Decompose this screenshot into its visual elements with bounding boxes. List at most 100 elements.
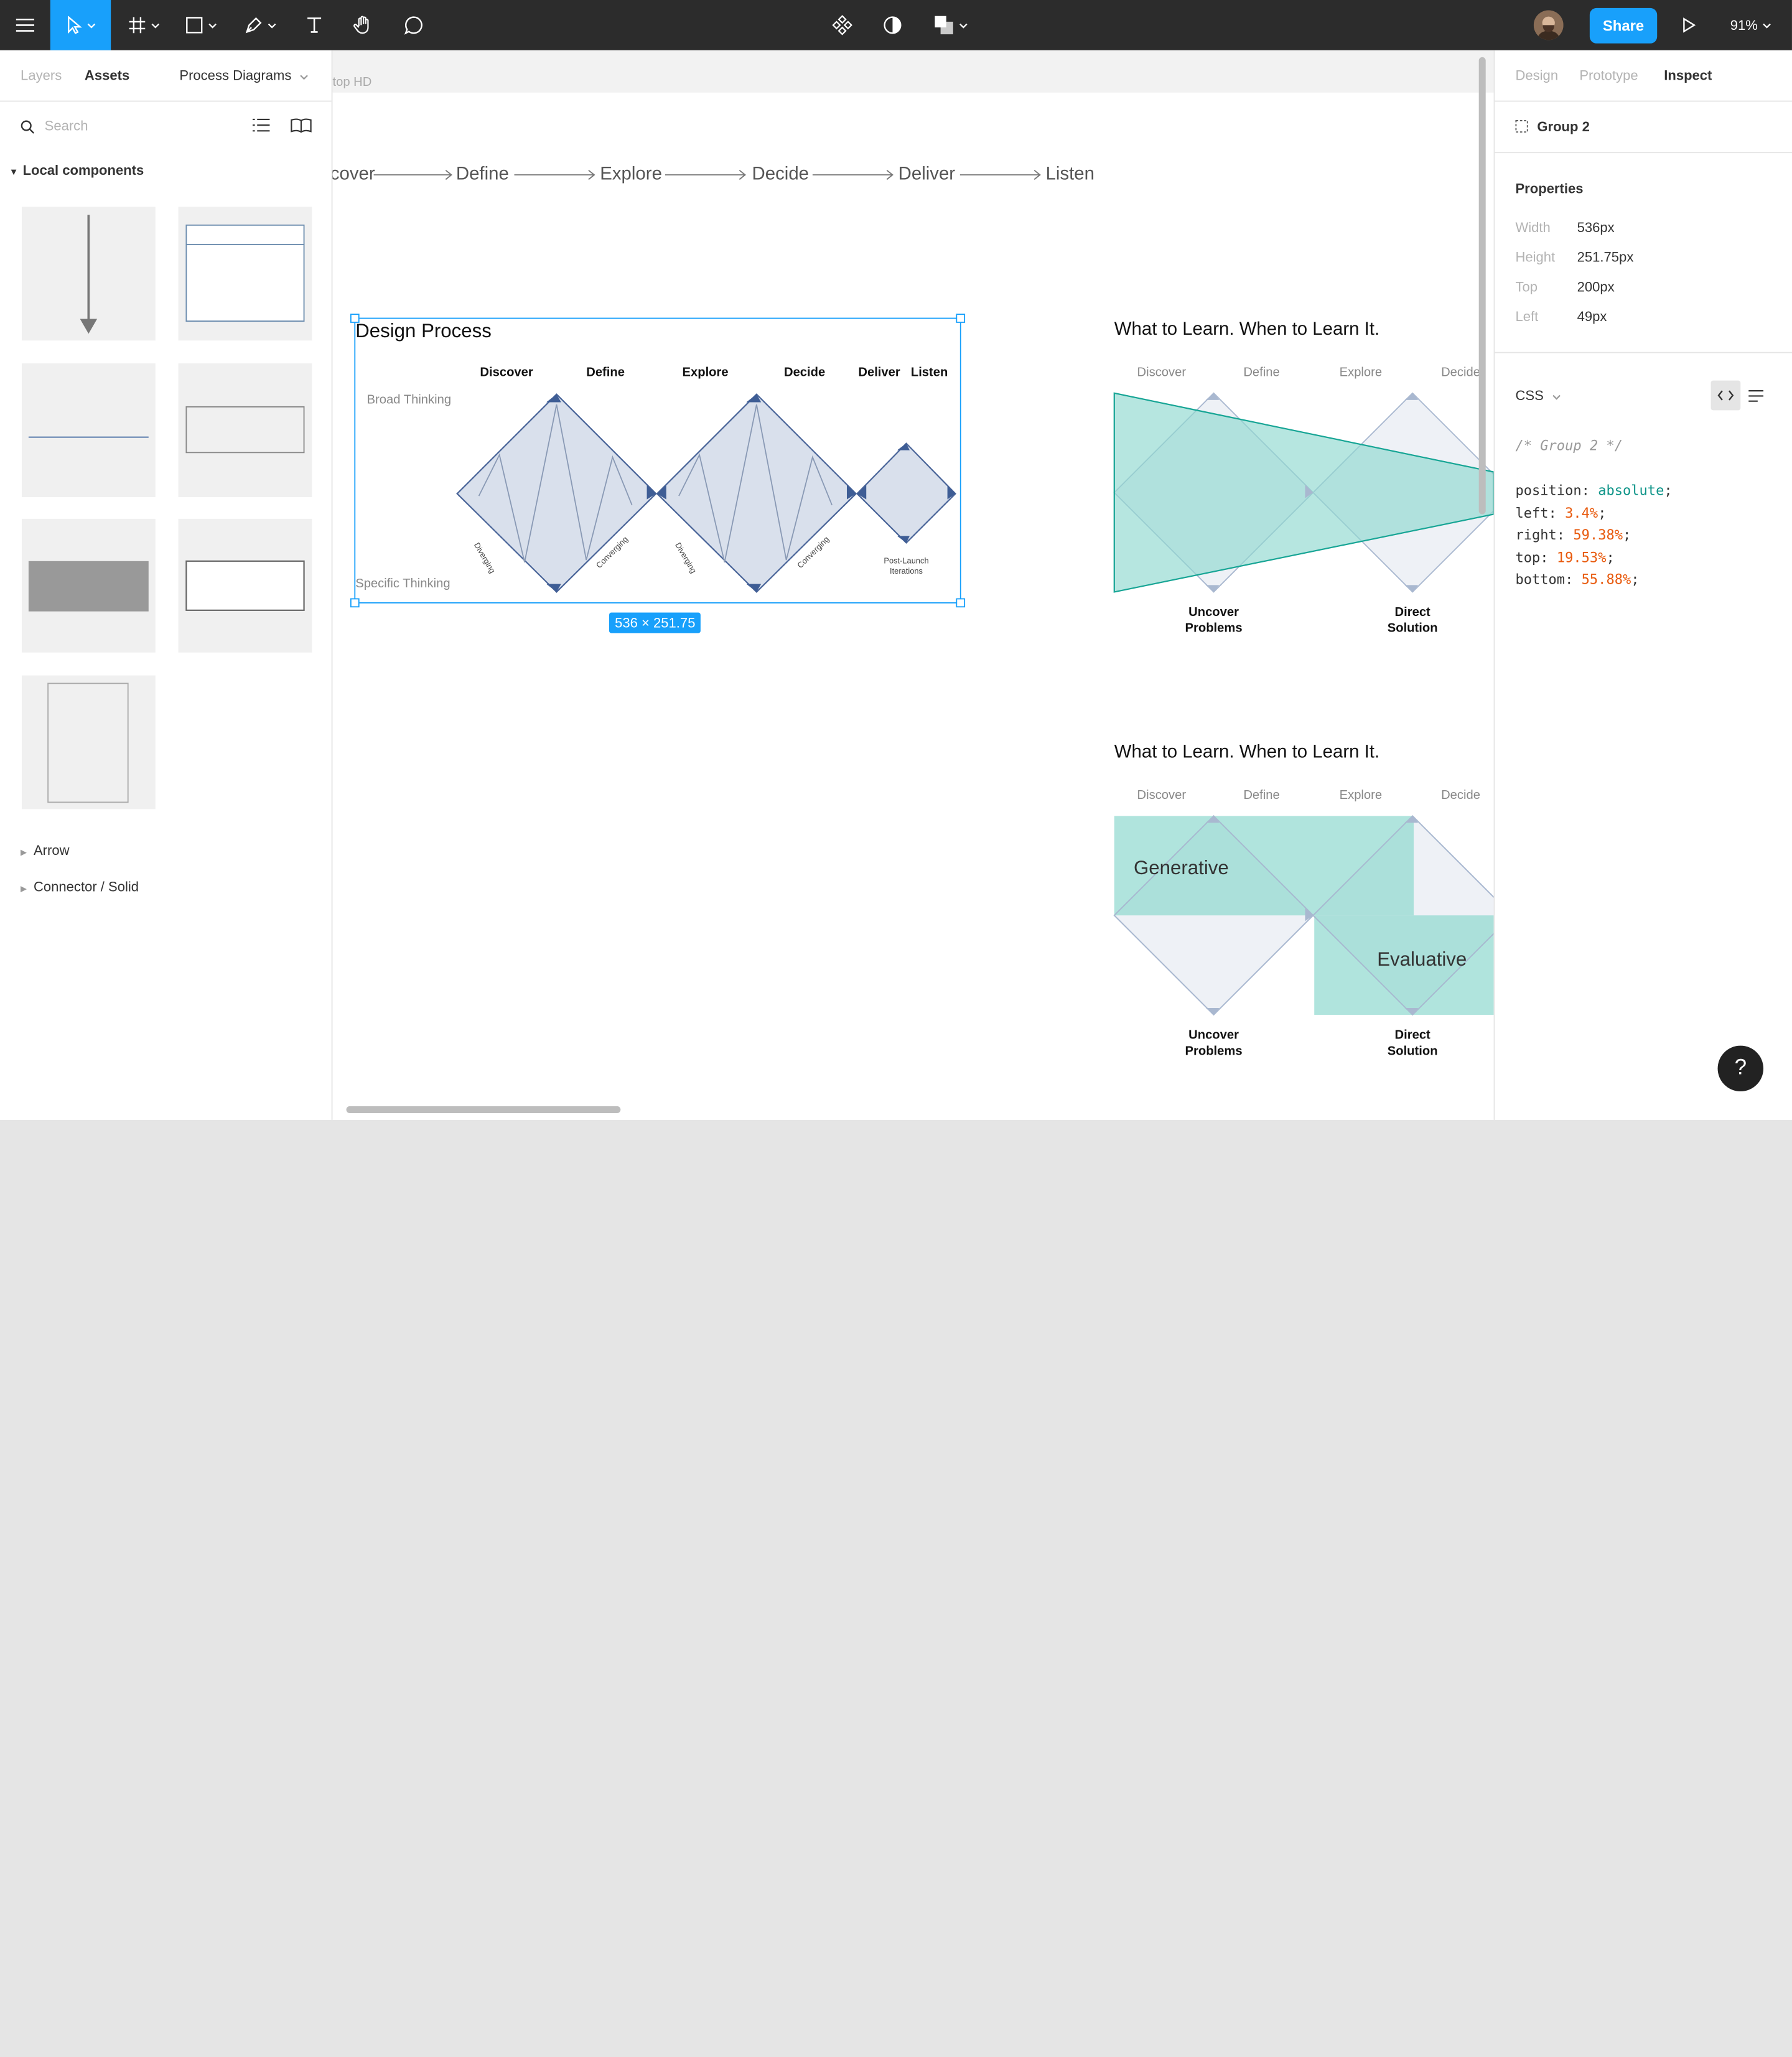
code-prop: left: bbox=[1515, 504, 1557, 521]
code-value: 55.88% bbox=[1581, 571, 1631, 588]
component-white-rect[interactable] bbox=[178, 518, 312, 653]
component-line[interactable] bbox=[21, 363, 156, 497]
tab-prototype[interactable]: Prototype bbox=[1579, 67, 1638, 83]
chevron-down-icon bbox=[959, 22, 968, 28]
tree-item-connector[interactable]: ▶ Connector / Solid bbox=[21, 879, 139, 895]
zoom-dropdown[interactable]: 91% bbox=[1730, 0, 1771, 50]
tab-design[interactable]: Design bbox=[1515, 67, 1558, 83]
code-view-button[interactable] bbox=[1710, 380, 1741, 411]
resize-handle[interactable] bbox=[350, 598, 360, 608]
zoom-value: 91% bbox=[1730, 17, 1758, 34]
caret-right-icon: ▶ bbox=[21, 849, 27, 857]
learn-title: What to Learn. When to Learn It. bbox=[1114, 320, 1380, 340]
learn-diagram-2 bbox=[1113, 815, 1494, 1016]
tab-assets[interactable]: Assets bbox=[85, 67, 129, 83]
code-value: 59.38% bbox=[1573, 526, 1623, 543]
frame-tool-button[interactable] bbox=[121, 0, 167, 50]
prop-top-value[interactable]: 200px bbox=[1577, 279, 1615, 295]
search-icon bbox=[21, 120, 35, 134]
rectangle-icon bbox=[186, 17, 203, 34]
help-label: ? bbox=[1734, 1056, 1747, 1080]
component-window[interactable] bbox=[178, 207, 312, 341]
tree-item-arrow[interactable]: ▶ Arrow bbox=[21, 842, 69, 859]
share-button[interactable]: Share bbox=[1589, 7, 1658, 44]
selection-name: Group 2 bbox=[1537, 119, 1590, 135]
hand-tool-button[interactable] bbox=[345, 0, 382, 50]
asset-search: Search bbox=[0, 101, 332, 152]
prop-width-label: Width bbox=[1515, 219, 1551, 236]
boolean-button[interactable] bbox=[928, 0, 973, 50]
components-button[interactable] bbox=[828, 0, 857, 50]
uncover-problems-label: Uncover Problems bbox=[1185, 1028, 1243, 1058]
prop-width-value[interactable]: 536px bbox=[1577, 220, 1615, 236]
chevron-down-icon bbox=[1763, 22, 1771, 28]
uncover-problems-label: Uncover Problems bbox=[1185, 605, 1243, 636]
horizontal-scrollbar[interactable] bbox=[346, 1106, 621, 1113]
mask-button[interactable] bbox=[878, 0, 908, 50]
boolean-union-icon bbox=[935, 16, 953, 35]
page-selector[interactable]: Process Diagrams bbox=[179, 67, 309, 83]
chevron-down-icon bbox=[86, 22, 95, 28]
learn-diagram-1 bbox=[1113, 392, 1494, 593]
tree-item-label: Arrow bbox=[33, 842, 70, 859]
comment-tool-button[interactable] bbox=[395, 0, 432, 50]
code-prop: position: bbox=[1515, 482, 1590, 498]
page-icon bbox=[47, 683, 129, 803]
contrast-icon bbox=[884, 16, 902, 34]
resize-handle[interactable] bbox=[956, 598, 966, 608]
code-comment: /* Group 2 */ bbox=[1515, 437, 1623, 454]
direct-solution-label: Direct Solution bbox=[1387, 605, 1438, 636]
window-frame-icon bbox=[185, 224, 305, 322]
resize-handle[interactable] bbox=[956, 314, 966, 323]
component-outlined-rect[interactable] bbox=[178, 363, 312, 497]
group-icon bbox=[1515, 119, 1528, 133]
prop-left-value[interactable]: 49px bbox=[1577, 309, 1607, 325]
search-input[interactable]: Search bbox=[45, 118, 88, 134]
chevron-down-icon bbox=[151, 22, 160, 28]
library-book-icon[interactable] bbox=[291, 118, 312, 134]
canvas[interactable]: top HD cover Define Explore Decide Deliv… bbox=[332, 50, 1494, 1120]
size-badge: 536 × 251.75 bbox=[609, 612, 701, 633]
broad-thinking-label: Broad Thinking bbox=[366, 393, 452, 407]
stage-label: Discover bbox=[1137, 365, 1187, 380]
code-brackets-icon bbox=[1717, 390, 1734, 401]
present-button[interactable] bbox=[1676, 0, 1703, 50]
list-view-icon[interactable] bbox=[252, 118, 270, 133]
code-prop: bottom: bbox=[1515, 571, 1574, 588]
tab-layers[interactable]: Layers bbox=[21, 67, 62, 83]
component-page[interactable] bbox=[21, 675, 156, 809]
divider bbox=[1495, 352, 1792, 353]
hand-icon bbox=[353, 16, 369, 34]
direct-solution-label: Direct Solution bbox=[1387, 1028, 1438, 1058]
vertical-scrollbar[interactable] bbox=[1478, 57, 1486, 515]
text-tool-button[interactable] bbox=[297, 0, 332, 50]
shape-tool-button[interactable] bbox=[179, 0, 224, 50]
local-components-header[interactable]: ▼ Local components bbox=[9, 162, 144, 179]
code-line: position: absolute; bbox=[1515, 482, 1673, 498]
prop-left-label: Left bbox=[1515, 308, 1539, 325]
pen-icon bbox=[245, 17, 262, 34]
outlined-rectangle-icon bbox=[185, 406, 305, 454]
learn-title: What to Learn. When to Learn It. bbox=[1114, 742, 1380, 763]
design-process-diagram[interactable] bbox=[332, 50, 1494, 1120]
pen-tool-button[interactable] bbox=[238, 0, 283, 50]
code-value: absolute bbox=[1598, 482, 1664, 498]
component-filled-rect[interactable] bbox=[21, 518, 156, 653]
move-tool-button[interactable] bbox=[50, 0, 111, 50]
code-value: 19.53% bbox=[1556, 549, 1607, 566]
play-icon bbox=[1683, 17, 1696, 33]
help-button[interactable]: ? bbox=[1717, 1045, 1764, 1092]
main-menu-button[interactable] bbox=[0, 0, 50, 50]
component-arrow[interactable] bbox=[21, 207, 156, 341]
properties-title: Properties bbox=[1515, 180, 1584, 197]
prop-height-value[interactable]: 251.75px bbox=[1577, 249, 1634, 265]
code-language-dropdown[interactable]: CSS bbox=[1515, 388, 1561, 403]
tab-inspect[interactable]: Inspect bbox=[1664, 67, 1712, 83]
list-view-icon[interactable] bbox=[1748, 389, 1765, 402]
code-prop: top: bbox=[1515, 549, 1549, 566]
code-value: 3.4% bbox=[1565, 504, 1598, 521]
hamburger-icon bbox=[16, 18, 35, 32]
code-prop: right: bbox=[1515, 526, 1566, 543]
avatar[interactable] bbox=[1533, 10, 1564, 40]
stage-label: Explore bbox=[1339, 788, 1383, 803]
